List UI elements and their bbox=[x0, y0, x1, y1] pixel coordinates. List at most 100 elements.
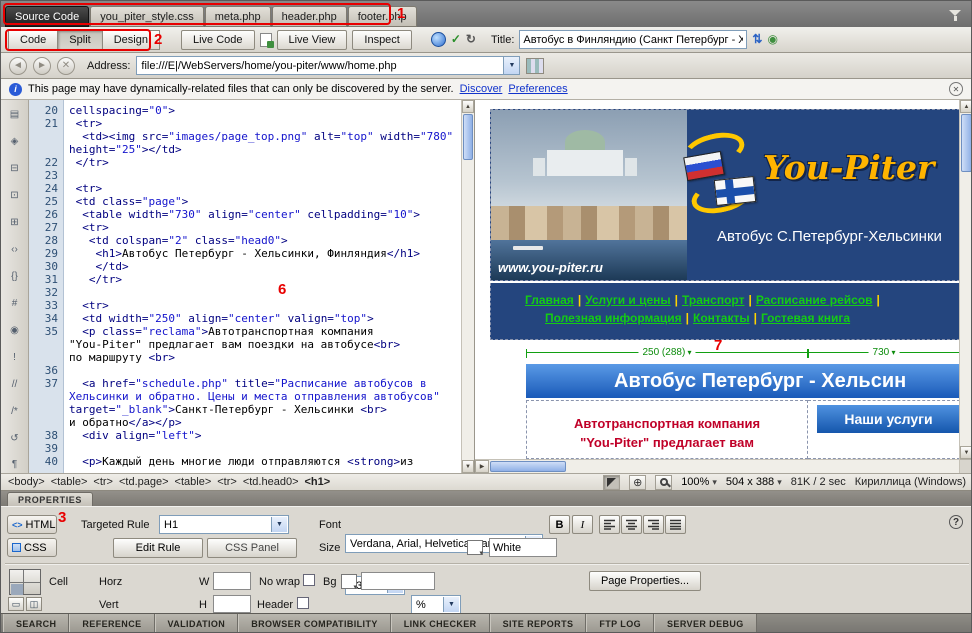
site-subtitle[interactable]: Автобус С.Петербург-Хельсинки bbox=[717, 228, 942, 245]
design-horizontal-scrollbar[interactable] bbox=[475, 459, 959, 473]
align-right-button[interactable] bbox=[643, 515, 664, 534]
italic-button[interactable]: I bbox=[572, 515, 593, 534]
live-view-button[interactable]: Live View bbox=[277, 30, 348, 50]
select-parent-tag-icon[interactable]: ‹› bbox=[6, 242, 24, 258]
results-tab[interactable]: VALIDATION bbox=[155, 614, 239, 633]
doc-tab-source-code[interactable]: Source Code bbox=[5, 6, 89, 27]
html-mode-button[interactable]: <> HTML bbox=[7, 515, 57, 534]
code-line[interactable]: 33 <tr> bbox=[29, 299, 461, 312]
page-heading-banner[interactable]: Автобус Петербург - Хельсин bbox=[526, 364, 959, 398]
code-line[interactable]: 35 <p class="reclama">Автотранспортная к… bbox=[29, 325, 461, 338]
scroll-up-icon[interactable] bbox=[462, 100, 474, 113]
tag-selector-item[interactable]: <h1> bbox=[305, 476, 331, 488]
close-infobar-icon[interactable]: ✕ bbox=[949, 82, 963, 96]
table-width-menu[interactable]: 730 bbox=[869, 346, 900, 359]
highlight-invalid-code-icon[interactable]: ◉ bbox=[6, 322, 24, 338]
code-line[interactable]: 30 </td> bbox=[29, 260, 461, 273]
select-tool-button[interactable] bbox=[603, 475, 620, 490]
code-scroll-thumb[interactable] bbox=[463, 114, 473, 160]
back-icon[interactable]: ◄ bbox=[9, 57, 27, 75]
text-color-swatch[interactable] bbox=[467, 540, 483, 555]
results-tab[interactable]: SITE REPORTS bbox=[490, 614, 587, 633]
code-line[interactable]: 31 </tr> bbox=[29, 273, 461, 286]
zoom-tool-button[interactable] bbox=[655, 475, 672, 490]
nav-link[interactable]: Гостевая книга bbox=[761, 311, 850, 325]
collapse-full-tag-icon[interactable]: ⊟ bbox=[6, 161, 24, 177]
code-navigator-icon[interactable]: ◈ bbox=[6, 134, 24, 150]
code-line[interactable]: 28 <td colspan="2" class="head0"> bbox=[29, 234, 461, 247]
scroll-right-icon[interactable] bbox=[475, 460, 489, 473]
code-line[interactable]: 29 <h1>Автобус Петербург - Хельсинки, Фи… bbox=[29, 247, 461, 260]
balance-braces-icon[interactable]: {} bbox=[6, 269, 24, 285]
code-line[interactable]: 39 bbox=[29, 442, 461, 455]
page-properties-button[interactable]: Page Properties... bbox=[589, 571, 701, 591]
align-justify-button[interactable] bbox=[665, 515, 686, 534]
code-line[interactable]: 37 <a href="schedule.php" title="Расписа… bbox=[29, 377, 461, 390]
merge-cells-icon[interactable]: ▭ bbox=[8, 597, 24, 611]
code-line[interactable]: 40 <p>Каждый день многие люди отправляют… bbox=[29, 455, 461, 468]
results-tab[interactable]: FTP LOG bbox=[586, 614, 654, 633]
nav-link[interactable]: Услуги и цены bbox=[585, 293, 671, 307]
results-tab[interactable]: SERVER DEBUG bbox=[654, 614, 757, 633]
results-tab[interactable]: REFERENCE bbox=[69, 614, 154, 633]
doc-tab[interactable]: meta.php bbox=[205, 6, 271, 27]
code-line[interactable]: height="25"></td> bbox=[29, 143, 461, 156]
code-line[interactable]: 32 bbox=[29, 286, 461, 299]
services-header[interactable]: Наши услуги bbox=[817, 405, 959, 433]
css-mode-button[interactable]: CSS bbox=[7, 538, 57, 557]
file-management-icon[interactable] bbox=[752, 32, 762, 47]
css-panel-button[interactable]: CSS Panel bbox=[207, 538, 297, 558]
split-view-button[interactable]: Split bbox=[57, 30, 102, 50]
forward-icon[interactable]: ► bbox=[33, 57, 51, 75]
code-line[interactable]: 38 <div align="left"> bbox=[29, 429, 461, 442]
width-input[interactable] bbox=[213, 572, 251, 590]
refresh-icon[interactable] bbox=[466, 32, 476, 47]
tag-selector-item[interactable]: <tr> bbox=[93, 476, 113, 488]
tag-selector-item[interactable]: <body> bbox=[8, 476, 45, 488]
code-line[interactable]: "You-Piter" предлагает вам поездки на ав… bbox=[29, 338, 461, 351]
code-line[interactable]: 25 <td class="page"> bbox=[29, 195, 461, 208]
nowrap-checkbox[interactable] bbox=[303, 574, 315, 586]
code-editor[interactable]: 20cellspacing="0">21 <tr> <td><img src="… bbox=[29, 100, 461, 473]
targeted-rule-dropdown[interactable]: H1 bbox=[159, 515, 289, 534]
scroll-down-icon[interactable] bbox=[960, 446, 972, 459]
line-numbers-icon[interactable]: # bbox=[6, 295, 24, 311]
code-line[interactable]: <td><img src="images/page_top.png" alt="… bbox=[29, 130, 461, 143]
title-input[interactable] bbox=[519, 30, 747, 49]
nav-link[interactable]: Транспорт bbox=[682, 293, 744, 307]
tag-selector-item[interactable]: <td.head0> bbox=[243, 476, 299, 488]
code-line[interactable]: по маршруту <br> bbox=[29, 351, 461, 364]
stop-icon[interactable]: ✕ bbox=[57, 57, 75, 75]
column-width-menu[interactable]: 250 (288) bbox=[638, 346, 695, 359]
promo-line-2[interactable]: "You-Piter" предлагает вам bbox=[527, 433, 807, 452]
header-checkbox[interactable] bbox=[297, 597, 309, 609]
code-line[interactable]: 26 <table width="730" align="center" cel… bbox=[29, 208, 461, 221]
promo-line-1[interactable]: Автотранспортная компания bbox=[527, 414, 807, 433]
align-center-button[interactable] bbox=[621, 515, 642, 534]
open-documents-icon[interactable]: ▤ bbox=[6, 107, 24, 123]
validate-markup-icon[interactable] bbox=[451, 32, 461, 47]
code-line[interactable]: 21 <tr> bbox=[29, 117, 461, 130]
code-line[interactable]: 20cellspacing="0"> bbox=[29, 104, 461, 117]
help-icon[interactable]: ? bbox=[949, 515, 963, 529]
preview-in-browser-icon[interactable] bbox=[431, 32, 446, 47]
align-left-button[interactable] bbox=[599, 515, 620, 534]
code-line[interactable]: 22 </tr> bbox=[29, 156, 461, 169]
inspect-button[interactable]: Inspect bbox=[352, 30, 411, 50]
bg-input[interactable] bbox=[361, 572, 435, 590]
nav-link[interactable]: Расписание рейсов bbox=[756, 293, 873, 307]
live-code-button[interactable]: Live Code bbox=[181, 30, 255, 50]
code-line[interactable]: и обратно</a></p> bbox=[29, 416, 461, 429]
design-view[interactable]: You-Piter Автобус С.Петербург-Хельсинки … bbox=[474, 100, 959, 473]
tag-selector-item[interactable]: <td.page> bbox=[119, 476, 169, 488]
bg-color-swatch[interactable] bbox=[341, 574, 357, 589]
preferences-link[interactable]: Preferences bbox=[508, 83, 567, 95]
code-line[interactable]: 36 bbox=[29, 364, 461, 377]
code-line[interactable]: 27 <tr> bbox=[29, 221, 461, 234]
split-cell-icon[interactable]: ◫ bbox=[26, 597, 42, 611]
site-logo-text[interactable]: You-Piter bbox=[763, 148, 934, 187]
scroll-up-icon[interactable] bbox=[960, 100, 972, 113]
results-tab[interactable]: BROWSER COMPATIBILITY bbox=[238, 614, 391, 633]
nav-link[interactable]: Контакты bbox=[693, 311, 750, 325]
doc-tab[interactable]: header.php bbox=[272, 6, 347, 27]
